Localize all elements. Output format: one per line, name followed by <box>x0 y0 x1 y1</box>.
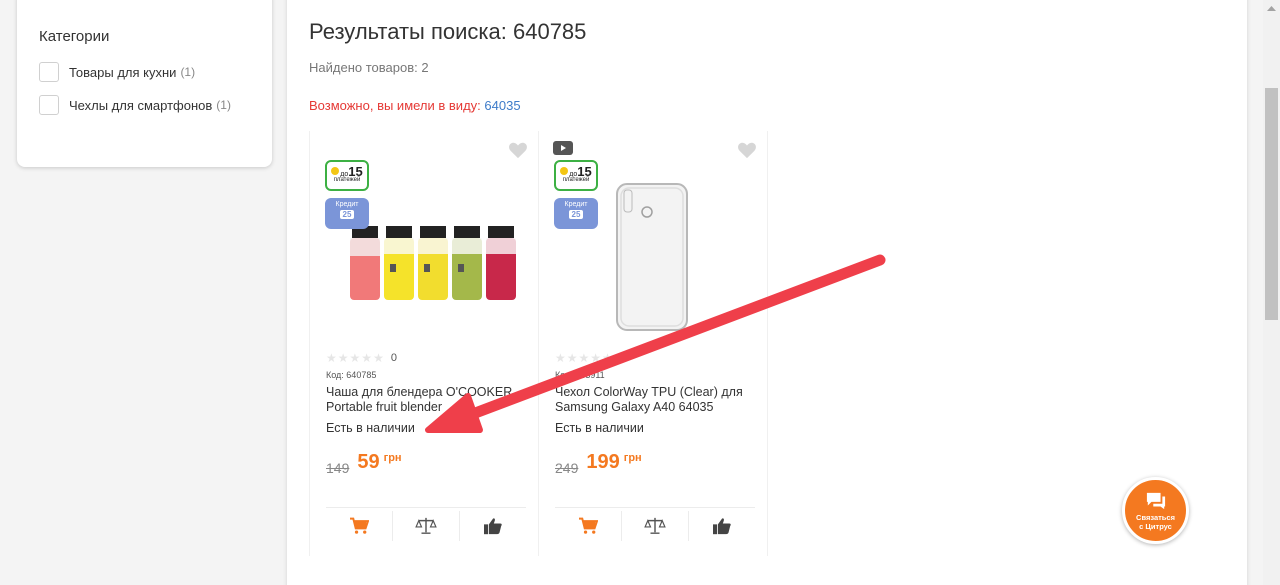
credit-label: Кредит <box>564 201 588 208</box>
chat-label-line1: Связаться <box>1136 513 1175 522</box>
product-rating: ★ ★ ★ ★ ★ 0 <box>326 351 397 365</box>
currency: грн <box>623 452 642 464</box>
star-icon: ★ <box>349 351 361 365</box>
add-to-cart-button[interactable] <box>555 511 622 541</box>
availability-status: Есть в наличии <box>326 421 415 435</box>
like-button[interactable] <box>689 511 755 541</box>
product-rating: ★ ★ ★ ★ ★ 0 <box>555 351 626 365</box>
installment-badge: до15 платежей <box>325 160 369 191</box>
scroll-up-arrow-icon[interactable] <box>1263 0 1280 17</box>
chat-button[interactable]: Связаться с Цитрус <box>1122 477 1189 544</box>
product-actions <box>555 507 755 541</box>
scrollbar-thumb[interactable] <box>1265 88 1278 320</box>
star-icon: ★ <box>566 351 578 365</box>
did-you-mean-label: Возможно, вы имели в виду: <box>309 98 481 113</box>
star-icon: ★ <box>555 351 566 365</box>
credit-badge: Кредит 25 <box>554 198 598 229</box>
installment-badge: до15 платежей <box>554 160 598 191</box>
availability-status: Есть в наличии <box>555 421 644 435</box>
rating-count: 0 <box>619 352 626 364</box>
favorite-heart-icon[interactable] <box>737 141 757 159</box>
currency: грн <box>383 452 402 464</box>
category-item-phone-cases[interactable]: Чехлы для смартфонов (1) <box>39 94 250 116</box>
credit-value: 25 <box>568 210 584 219</box>
product-name-link[interactable]: Чехол ColorWay TPU (Clear) для Samsung G… <box>555 385 760 415</box>
category-label: Товары для кухни <box>69 64 177 80</box>
credit-label: Кредит <box>335 201 359 208</box>
star-icon: ★ <box>337 351 349 365</box>
compare-button[interactable] <box>622 511 689 541</box>
old-price: 249 <box>555 460 579 476</box>
compare-scales-icon <box>415 517 437 534</box>
category-checkbox[interactable] <box>39 95 59 115</box>
did-you-mean: Возможно, вы имели в виду: 64035 <box>309 98 521 113</box>
category-count: (1) <box>180 65 196 79</box>
star-icon: ★ <box>373 351 384 365</box>
product-actions <box>326 507 526 541</box>
add-to-cart-button[interactable] <box>326 511 393 541</box>
like-button[interactable] <box>460 511 526 541</box>
page-title: Результаты поиска: 640785 <box>309 19 587 44</box>
vertical-scrollbar[interactable] <box>1263 0 1280 585</box>
product-code: Код: 643911 <box>555 370 605 380</box>
category-label: Чехлы для смартфонов <box>69 97 213 113</box>
star-icon: ★ <box>578 351 590 365</box>
star-icon: ★ <box>590 351 602 365</box>
chat-label-line2: с Цитрус <box>1139 522 1172 531</box>
cart-icon <box>350 517 369 534</box>
credit-badge: Кредит 25 <box>325 198 369 229</box>
did-you-mean-link[interactable]: 64035 <box>484 98 520 113</box>
star-icon: ★ <box>602 351 613 365</box>
favorite-heart-icon[interactable] <box>508 141 528 159</box>
results-count: Найдено товаров: 2 <box>309 60 429 75</box>
category-item-kitchen[interactable]: Товары для кухни (1) <box>39 61 250 83</box>
cart-icon <box>579 517 598 534</box>
product-name-link[interactable]: Чаша для блендера O'COOKER Portable frui… <box>326 385 531 415</box>
compare-scales-icon <box>644 517 666 534</box>
category-filter-panel: Категории Товары для кухни (1) Чехлы для… <box>17 0 272 167</box>
compare-button[interactable] <box>393 511 460 541</box>
current-price: 199 <box>586 451 620 473</box>
video-icon <box>553 141 573 155</box>
product-code: Код: 640785 <box>326 370 377 380</box>
current-price: 59 <box>357 451 380 473</box>
star-icon: ★ <box>361 351 373 365</box>
star-icon: ★ <box>326 351 337 365</box>
chat-bubble-icon <box>1146 492 1165 510</box>
category-count: (1) <box>216 98 231 112</box>
product-card[interactable]: до15 платежей Кредит 25 ★ ★ ★ ★ ★ 0 Код: 640… <box>309 131 539 556</box>
credit-value: 25 <box>339 210 355 219</box>
old-price: 149 <box>326 460 350 476</box>
product-price: 249 199 грн <box>555 451 642 476</box>
product-card[interactable]: до15 платежей Кредит 25 ★ ★ ★ ★ ★ 0 Код: 643… <box>538 131 768 556</box>
product-price: 149 59 грн <box>326 451 402 476</box>
category-checkbox[interactable] <box>39 62 59 82</box>
thumbs-up-icon <box>484 518 502 535</box>
category-filter-title: Категории <box>39 28 110 45</box>
thumbs-up-icon <box>713 518 731 535</box>
search-results-panel: Результаты поиска: 640785 Найдено товаро… <box>287 0 1247 585</box>
rating-count: 0 <box>390 352 397 364</box>
